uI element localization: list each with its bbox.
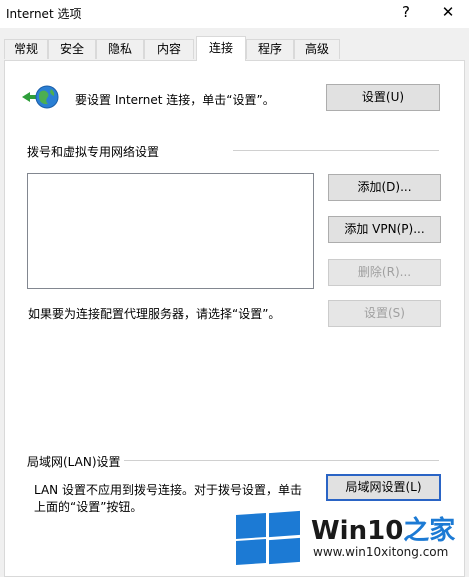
add-connection-button[interactable]: 添加(D)... <box>328 174 441 201</box>
lan-description-line1: LAN 设置不应用到拨号连接。对于拨号设置，单击 <box>34 483 302 497</box>
remove-connection-button[interactable]: 删除(R)... <box>328 259 441 286</box>
dialup-section-header: 拨号和虚拟专用网络设置 <box>27 145 160 159</box>
tab-strip: 常规 安全 隐私 内容 连接 程序 高级 <box>0 36 469 61</box>
dialup-separator <box>233 150 439 151</box>
lan-section-header: 局域网(LAN)设置 <box>27 455 121 469</box>
tab-privacy[interactable]: 隐私 <box>96 39 144 59</box>
title-bar: Internet 选项 ? ✕ <box>0 0 469 28</box>
tab-security[interactable]: 安全 <box>48 39 96 59</box>
lan-settings-button[interactable]: 局域网设置(L) <box>326 474 441 501</box>
windows-logo-icon <box>236 510 300 566</box>
watermark-brand-a: Win10 <box>311 516 404 546</box>
close-button[interactable]: ✕ <box>428 0 468 26</box>
connections-listbox[interactable] <box>27 173 314 289</box>
lan-separator <box>124 460 439 461</box>
window-title: Internet 选项 <box>6 7 82 21</box>
help-button[interactable]: ? <box>386 0 426 26</box>
tab-programs[interactable]: 程序 <box>246 39 294 59</box>
lan-description-line2: 上面的“设置”按钮。 <box>34 500 143 514</box>
watermark-brand-b: 之家 <box>403 516 456 546</box>
setup-button[interactable]: 设置(U) <box>326 84 440 111</box>
tab-general[interactable]: 常规 <box>4 39 48 59</box>
proxy-settings-button[interactable]: 设置(S) <box>328 300 441 327</box>
watermark-brand: Win10之家 <box>311 510 455 547</box>
proxy-description: 如果要为连接配置代理服务器，请选择“设置”。 <box>28 307 281 321</box>
add-vpn-button[interactable]: 添加 VPN(P)... <box>328 216 441 243</box>
watermark-url: www.win10xitong.com <box>313 545 449 559</box>
setup-description: 要设置 Internet 连接，单击“设置”。 <box>75 93 275 107</box>
globe-network-icon <box>22 85 59 109</box>
tab-content[interactable]: 内容 <box>144 39 194 59</box>
tab-advanced[interactable]: 高级 <box>294 39 340 59</box>
tab-connections[interactable]: 连接 <box>196 36 246 61</box>
